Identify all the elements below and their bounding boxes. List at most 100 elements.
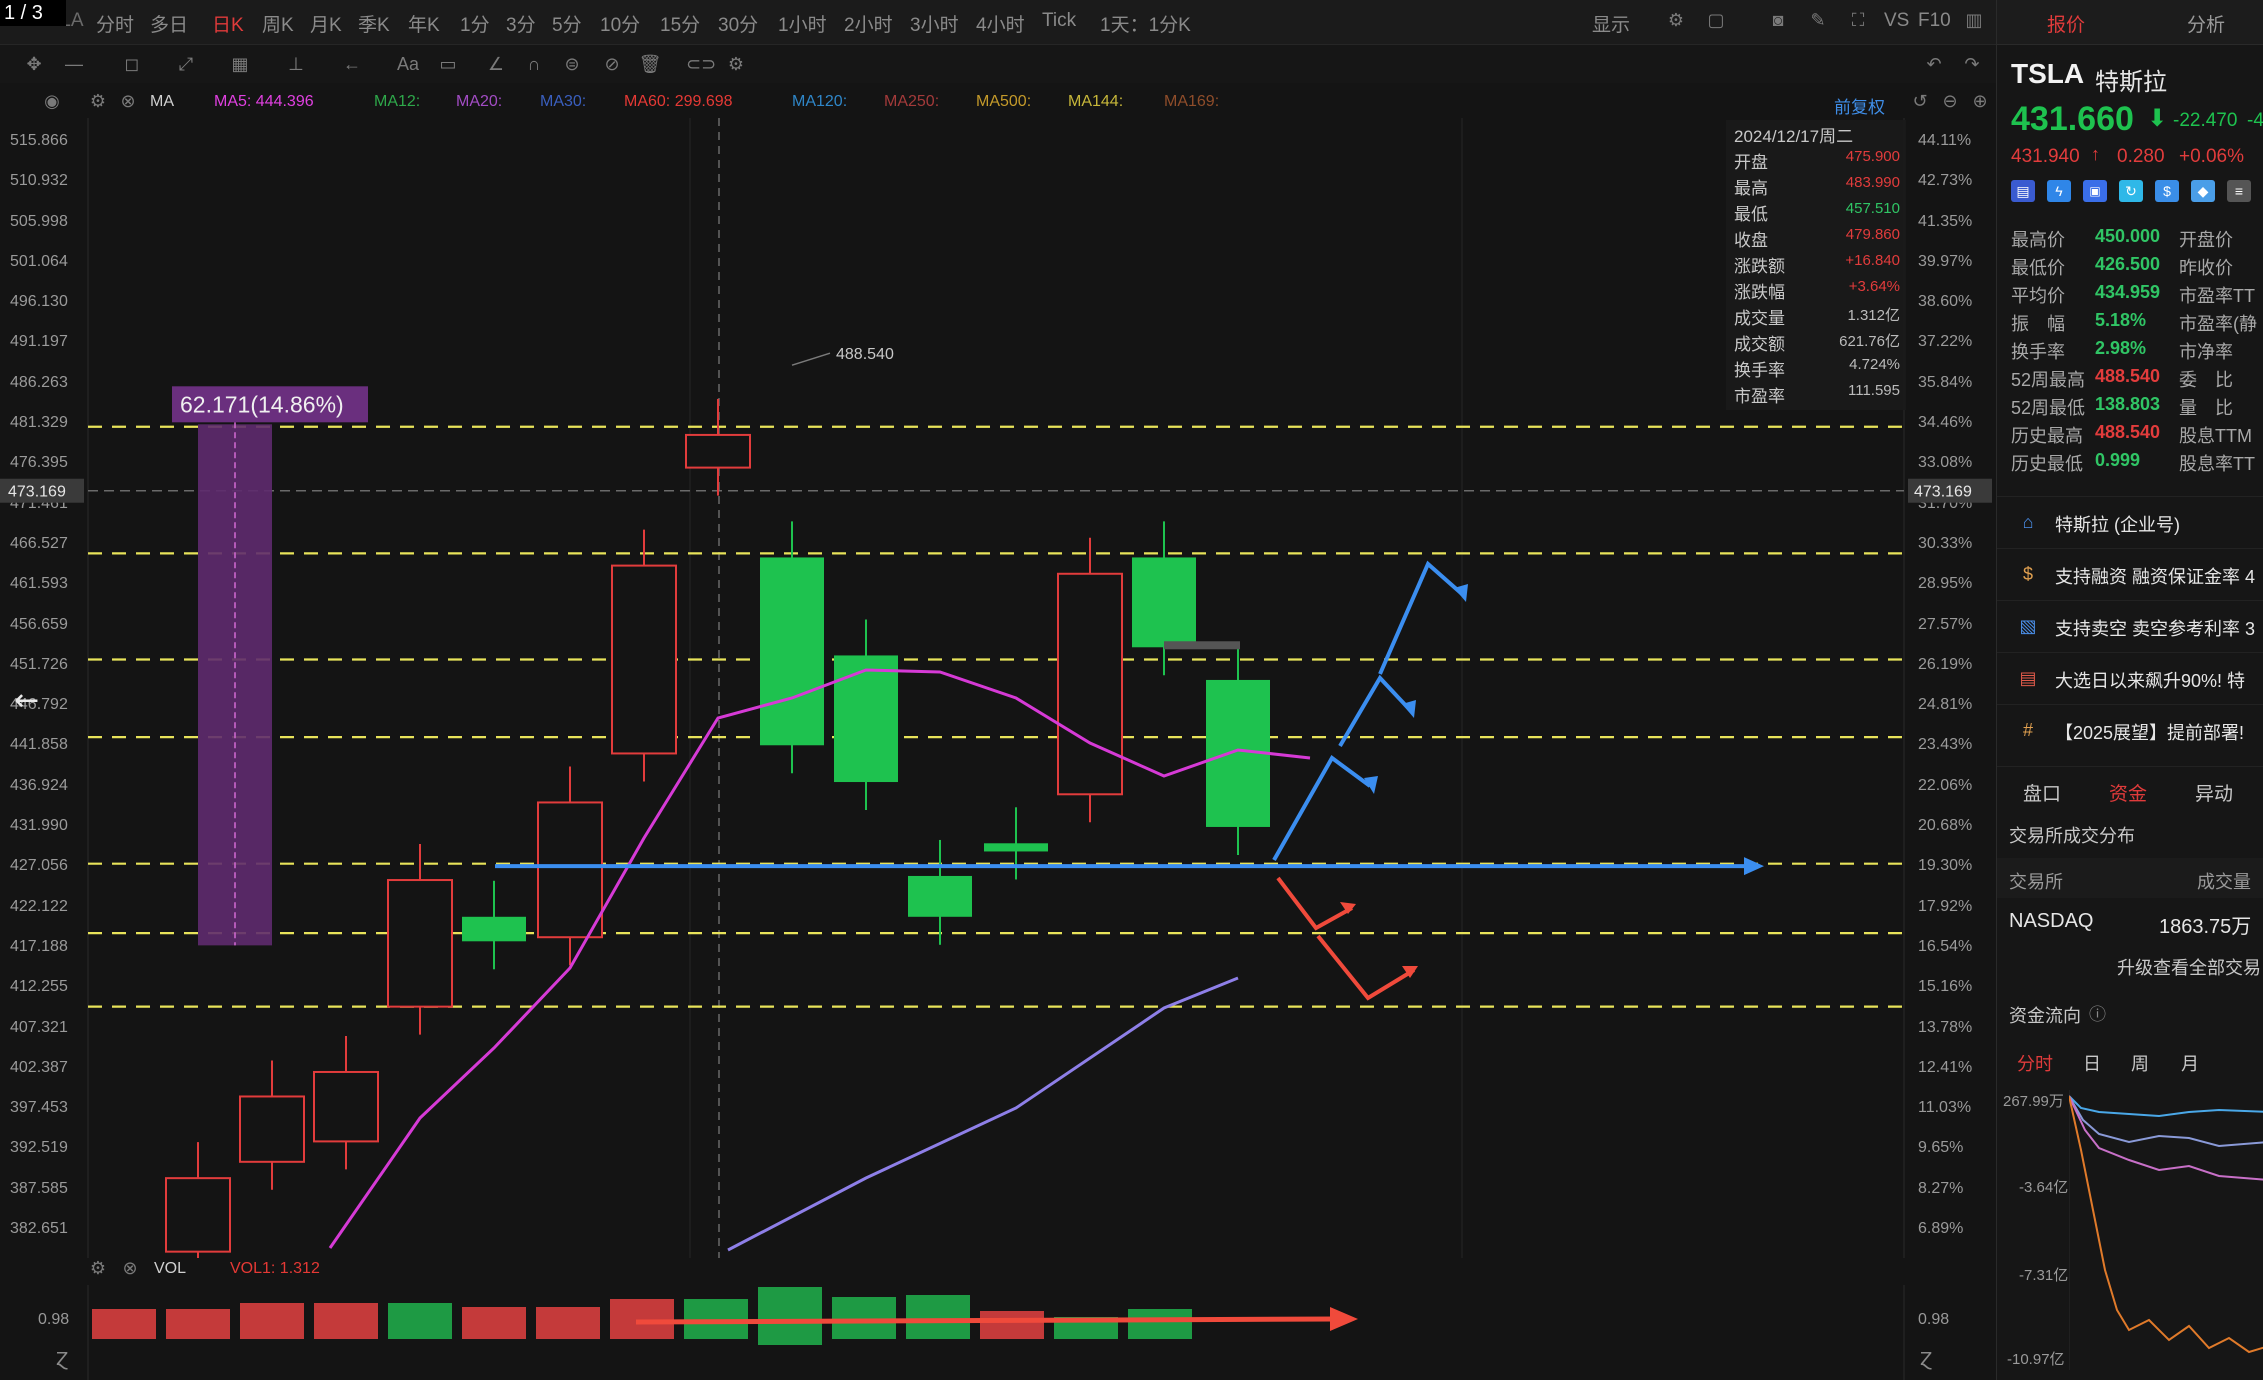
back-arrow-icon[interactable]: ← <box>14 683 39 718</box>
news-item-2[interactable]: ▧ 支持卖空 卖空参考利率 3 <box>1997 600 2263 653</box>
news-item-0[interactable]: ⌂ 特斯拉 (企业号) <box>1997 496 2263 549</box>
f10-button[interactable]: F10 <box>1918 10 1951 32</box>
stat-k2: 股息TTM <box>2179 426 2252 446</box>
subtab-orderbook[interactable]: 盘口 <box>2023 779 2061 806</box>
vol-scale-icon-right[interactable]: Ɀ <box>1920 1349 1932 1370</box>
panel-toggle-icon[interactable]: ▥ <box>1962 10 1986 30</box>
tab-quote[interactable]: 报价 <box>2047 10 2085 37</box>
shape-tool-icon[interactable]: ◻ <box>120 54 144 74</box>
line-tool-icon[interactable]: — <box>62 54 86 74</box>
timeframe-9[interactable]: 5分 <box>552 10 582 37</box>
minor-marker <box>1164 641 1240 650</box>
news-item-1[interactable]: $ 支持融资 融资保证金率 4 <box>1997 548 2263 601</box>
toolbar-gear-icon[interactable]: ⚙ <box>724 54 748 74</box>
ma-item-3[interactable]: MA30: <box>540 93 586 111</box>
vol-scale-icon-left[interactable]: Ɀ <box>56 1349 68 1370</box>
subtab-movers[interactable]: 异动 <box>2195 779 2233 806</box>
angle-tool-icon[interactable]: ∠ <box>484 54 508 74</box>
arrow-tool-icon[interactable]: ← <box>340 54 364 74</box>
move-icon[interactable]: ✥ <box>22 54 46 74</box>
zoom-out-icon[interactable]: ⊖ <box>1938 91 1962 111</box>
fullscreen-icon[interactable]: ⛶ <box>1846 10 1870 30</box>
timeframe-1[interactable]: 多日 <box>150 10 188 37</box>
ma-item-1[interactable]: MA12: <box>374 93 420 111</box>
timeframe-8[interactable]: 3分 <box>506 10 536 37</box>
volume-chart[interactable]: 0.98 0.98 ⱿⱿ <box>0 1285 1996 1380</box>
timeframe-0[interactable]: 分时 <box>96 10 134 37</box>
refresh-badge-icon[interactable]: ↻ <box>2119 180 2143 202</box>
vol-label[interactable]: VOL <box>154 1260 186 1278</box>
timeframe-4[interactable]: 月K <box>310 10 342 37</box>
settings-gear-icon[interactable]: ⚙ <box>1664 10 1688 30</box>
news-item-4[interactable]: # 【2025展望】提前部署! <box>1997 704 2263 757</box>
vol-close-icon[interactable]: ⊗ <box>118 1258 142 1278</box>
ma-item-7[interactable]: MA500: <box>976 93 1031 111</box>
eye-icon[interactable]: ◉ <box>40 91 64 111</box>
zoom-in-icon[interactable]: ⊕ <box>1968 91 1992 111</box>
vol-settings-icon[interactable]: ⚙ <box>86 1258 110 1278</box>
redo-icon[interactable]: ↷ <box>1960 54 1984 74</box>
text-tool-icon[interactable]: Aa <box>396 54 420 74</box>
stat-k2: 市盈率TT <box>2179 286 2255 306</box>
news-item-3[interactable]: ▤ 大选日以来飙升90%! 特 <box>1997 652 2263 705</box>
magnet-icon[interactable]: ∩ <box>522 54 546 74</box>
lightning-icon[interactable]: ϟ <box>2047 180 2071 202</box>
timeframe-18[interactable]: 1天：1分K <box>1100 10 1191 37</box>
flow-tab-week[interactable]: 周 <box>2131 1050 2149 1076</box>
dollar-badge-icon[interactable]: $ <box>2155 180 2179 202</box>
info-icon[interactable]: ⓘ <box>2089 1000 2106 1025</box>
fib-tool-icon[interactable]: ⊥ <box>284 54 308 74</box>
timeframe-10[interactable]: 10分 <box>600 10 640 37</box>
timeframe-16[interactable]: 4小时 <box>976 10 1025 37</box>
layout-icon[interactable]: ▢ <box>1704 10 1728 30</box>
hide-icon[interactable]: ⊘ <box>600 54 624 74</box>
channel-tool-icon[interactable]: ▦ <box>228 54 252 74</box>
tag-badge-icon[interactable]: ◆ <box>2191 180 2215 202</box>
ma-settings-icon[interactable]: ⚙ <box>86 91 110 111</box>
subtab-funds[interactable]: 资金 <box>2109 779 2147 806</box>
adjust-mode[interactable]: 前复权 <box>1834 93 1885 118</box>
lock-icon[interactable]: ⊜ <box>560 54 584 74</box>
ma-label[interactable]: MA <box>150 93 174 111</box>
ohlc-value: 621.76亿 <box>1839 333 1900 350</box>
ma-item-9[interactable]: MA169: <box>1164 93 1219 111</box>
tab-analysis[interactable]: 分析 <box>2187 10 2225 37</box>
timeframe-6[interactable]: 年K <box>408 10 440 37</box>
ma-item-6[interactable]: MA250: <box>884 93 939 111</box>
flow-tab-day[interactable]: 日 <box>2083 1050 2101 1076</box>
ma-item-0[interactable]: MA5: 444.396 <box>214 93 314 111</box>
trend-tool-icon[interactable]: ⤢ <box>174 54 198 74</box>
timeframe-13[interactable]: 1小时 <box>778 10 827 37</box>
us-flag-icon[interactable]: ▤ <box>2011 180 2035 202</box>
timeframe-7[interactable]: 1分 <box>460 10 490 37</box>
doc-badge-icon[interactable]: ≡ <box>2227 180 2251 202</box>
timeframe-14[interactable]: 2小时 <box>844 10 893 37</box>
vs-button[interactable]: VS <box>1884 10 1909 32</box>
trash-icon[interactable]: 🗑 <box>638 54 662 74</box>
undo-icon[interactable]: ↶ <box>1922 54 1946 74</box>
24h-icon[interactable]: ▣ <box>2083 180 2107 202</box>
pen-icon[interactable]: ✎ <box>1806 10 1830 30</box>
timeframe-12[interactable]: 30分 <box>718 10 758 37</box>
ma-item-8[interactable]: MA144: <box>1068 93 1123 111</box>
display-menu[interactable]: 显示 <box>1592 10 1630 37</box>
ma-item-5[interactable]: MA120: <box>792 93 847 111</box>
ohlc-value: 479.860 <box>1845 226 1900 243</box>
upgrade-link[interactable]: 升级查看全部交易 <box>2117 954 2261 980</box>
ma-item-2[interactable]: MA20: <box>456 93 502 111</box>
flow-tab-intraday[interactable]: 分时 <box>2017 1050 2053 1076</box>
timeframe-5[interactable]: 季K <box>358 10 390 37</box>
camera-icon[interactable]: ◙ <box>1766 10 1790 30</box>
timeframe-11[interactable]: 15分 <box>660 10 700 37</box>
ma-close-icon[interactable]: ⊗ <box>116 91 140 111</box>
timeframe-15[interactable]: 3小时 <box>910 10 959 37</box>
ma-item-4[interactable]: MA60: 299.698 <box>624 93 733 111</box>
timeframe-3[interactable]: 周K <box>262 10 294 37</box>
timeframe-17[interactable]: Tick <box>1042 10 1076 32</box>
reset-icon[interactable]: ↺ <box>1908 91 1932 111</box>
timeframe-2[interactable]: 日K <box>212 10 244 37</box>
flow-tab-month[interactable]: 月 <box>2181 1050 2199 1076</box>
link-icon[interactable]: ⊂⊃ <box>686 54 716 74</box>
candlestick-chart[interactable]: 515.866 510.932 505.998 501.064 496.130 491.1… <box>0 118 1996 1258</box>
comment-tool-icon[interactable]: ▭ <box>436 54 460 74</box>
